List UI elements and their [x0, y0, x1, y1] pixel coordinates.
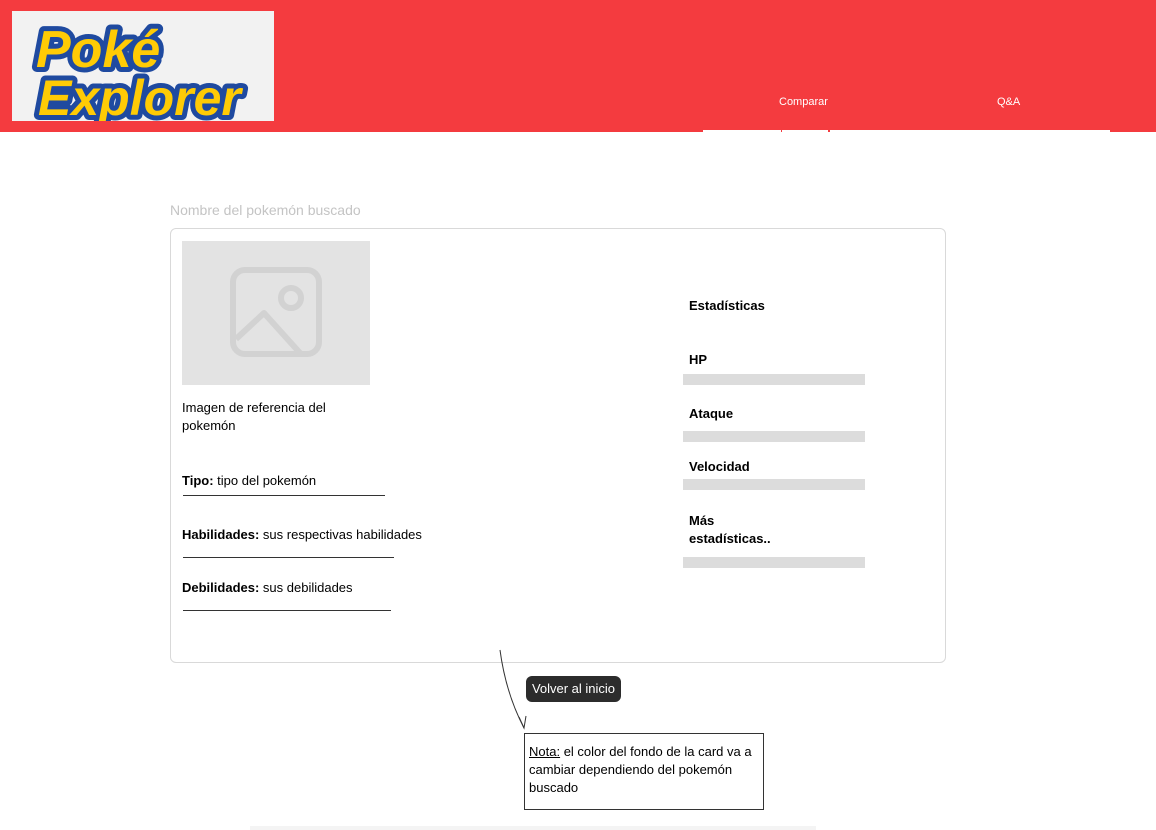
nav-comparar[interactable]: Comparar [779, 96, 828, 108]
stat-more-label: Más estadísticas.. [689, 513, 771, 546]
pokemon-image [182, 241, 370, 385]
nav-active-indicator [782, 130, 828, 133]
note-label: Nota: [529, 744, 561, 759]
stats-title: Estadísticas [689, 298, 765, 313]
logo-image: Poké Poké Explorer Explorer [31, 16, 248, 121]
stat-more-bar [683, 557, 865, 568]
nav-divider-right [830, 130, 1110, 133]
field-debilidades: Debilidades: sus debilidades [182, 580, 353, 595]
field-tipo-value: tipo del pokemón [217, 473, 317, 488]
bottom-edge [250, 826, 816, 830]
field-habilidades: Habilidades: sus respectivas habilidades [182, 527, 422, 542]
note-text: el color del fondo de la card va a cambi… [529, 744, 752, 795]
field-debilidades-label: Debilidades: [182, 580, 260, 595]
field-debilidades-value: sus debilidades [262, 580, 353, 595]
design-note: Nota: el color del fondo de la card va a… [524, 733, 764, 810]
stat-velocidad-bar [683, 479, 865, 490]
logo[interactable]: Poké Poké Explorer Explorer [12, 11, 274, 121]
app-header: Poké Poké Explorer Explorer Comparar Q&A [0, 0, 1156, 133]
stat-hp-bar [683, 374, 865, 385]
stat-hp-label: HP [689, 352, 708, 367]
stat-ataque-label: Ataque [689, 406, 734, 421]
image-caption: Imagen de referencia del pokemón [182, 400, 326, 433]
nav-divider-left [703, 130, 781, 133]
stat-ataque-bar [683, 431, 865, 442]
field-habilidades-label: Habilidades: [182, 527, 260, 542]
back-home-button[interactable]: Volver al inicio [526, 676, 621, 702]
logo-line2: Explorer [38, 70, 243, 121]
field-tipo: Tipo: tipo del pokemón [182, 473, 316, 488]
field-habilidades-value: sus respectivas habilidades [262, 527, 422, 542]
stat-velocidad-label: Velocidad [689, 459, 750, 474]
field-tipo-underline [183, 495, 385, 496]
field-habilidades-underline [183, 557, 394, 558]
searched-pokemon-name: Nombre del pokemón buscado [170, 202, 361, 218]
field-debilidades-underline [183, 610, 391, 611]
image-placeholder-icon [230, 267, 322, 357]
nav-qa[interactable]: Q&A [997, 96, 1020, 108]
field-tipo-label: Tipo: [182, 473, 214, 488]
